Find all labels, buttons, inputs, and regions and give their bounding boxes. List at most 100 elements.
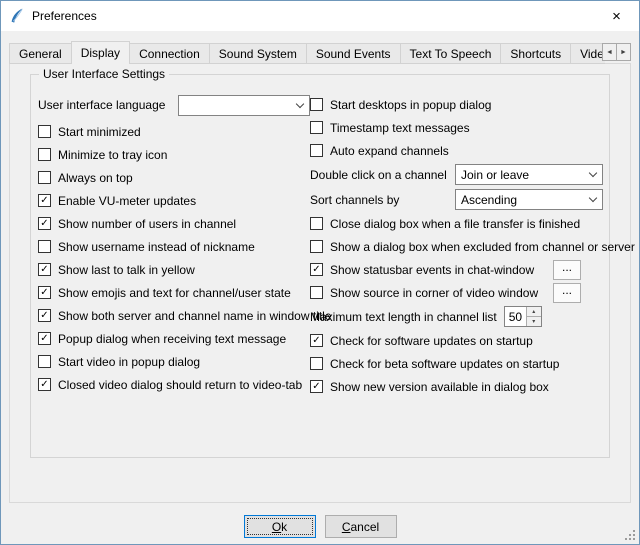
tab-sound-events[interactable]: Sound Events <box>306 43 401 64</box>
checkbox-checked[interactable]: ✓ <box>310 380 323 393</box>
max-text-length-value: 50 <box>505 307 526 326</box>
tab-text-to-speech[interactable]: Text To Speech <box>400 43 502 64</box>
tab-label: General <box>19 47 62 61</box>
chevron-down-icon <box>589 194 597 202</box>
spin-up-button[interactable]: ▴ <box>527 307 541 317</box>
tab-general[interactable]: General <box>9 43 72 64</box>
checkbox-row-show-username-instead-of-nickname[interactable]: Show username instead of nickname <box>38 235 310 258</box>
max-text-length-spinner[interactable]: 50 ▴ ▾ <box>504 306 542 327</box>
tab-label: Sound System <box>219 47 297 61</box>
checkbox-unchecked[interactable] <box>310 286 323 299</box>
checkbox-row-check-for-beta-software-updates-on-startup[interactable]: Check for beta software updates on start… <box>310 352 603 375</box>
close-button[interactable]: × <box>594 1 639 31</box>
checkbox-label: Show number of users in channel <box>58 217 236 231</box>
group-title: User Interface Settings <box>39 67 169 81</box>
tab-sound-system[interactable]: Sound System <box>209 43 307 64</box>
checkbox-row-show-last-to-talk-in-yellow[interactable]: ✓Show last to talk in yellow <box>38 258 310 281</box>
checkbox-row-enable-vu-meter-updates[interactable]: ✓ Enable VU-meter updates <box>38 189 310 212</box>
checkbox-label: Enable VU-meter updates <box>58 194 196 208</box>
language-row: User interface language <box>38 93 310 117</box>
tab-shortcuts[interactable]: Shortcuts <box>500 43 571 64</box>
checkbox-row-timestamp-text-messages[interactable]: Timestamp text messages <box>310 116 603 139</box>
tab-scroll-right-button[interactable]: ► <box>616 43 631 61</box>
tab-video[interactable]: Video <box>570 43 605 64</box>
checkbox-unchecked[interactable] <box>38 171 51 184</box>
checkbox-row-closed-video-dialog-should-return-to-video-tab[interactable]: ✓Closed video dialog should return to vi… <box>38 373 310 396</box>
tab-display[interactable]: Display <box>71 41 130 64</box>
checkbox-row-start-minimized[interactable]: Start minimized <box>38 120 310 143</box>
checkbox-unchecked[interactable] <box>310 121 323 134</box>
checkbox-row-auto-expand-channels[interactable]: Auto expand channels <box>310 139 603 162</box>
checkbox-label: Show new version available in dialog box <box>330 380 549 394</box>
tab-label: Sound Events <box>316 47 391 61</box>
tab-connection[interactable]: Connection <box>129 43 210 64</box>
checkbox-row-show-number-of-users-in-channel[interactable]: ✓ Show number of users in channel <box>38 212 310 235</box>
checkbox-label: Auto expand channels <box>330 144 449 158</box>
language-label: User interface language <box>38 98 178 112</box>
checkbox-row-start-video-in-popup-dialog[interactable]: Start video in popup dialog <box>38 350 310 373</box>
checkbox-unchecked[interactable] <box>310 144 323 157</box>
checkbox-row-show-source-in-corner-of-video-window[interactable]: Show source in corner of video window... <box>310 281 603 304</box>
checkbox-unchecked[interactable] <box>38 125 51 138</box>
cancel-button[interactable]: Cancel <box>325 515 397 538</box>
double-click-select[interactable]: Join or leave <box>455 164 603 185</box>
ui-settings-group: User Interface Settings User interface l… <box>30 74 610 458</box>
checkbox-checked[interactable]: ✓ <box>38 217 51 230</box>
checkbox-row-show-new-version-available-in-dialog-box[interactable]: ✓ Show new version available in dialog bo… <box>310 375 603 398</box>
checkbox-unchecked[interactable] <box>38 148 51 161</box>
checkbox-checked[interactable]: ✓ <box>38 309 51 322</box>
chevron-down-icon <box>589 169 597 177</box>
max-text-length-label: Maximum text length in channel list <box>310 310 497 324</box>
checkbox-checked[interactable]: ✓ <box>310 263 323 276</box>
checkbox-unchecked[interactable] <box>38 355 51 368</box>
checkbox-row-show-a-dialog-box-when-excluded-from-channel-or-server[interactable]: Show a dialog box when excluded from cha… <box>310 235 603 258</box>
left-checkbox-list: Start minimized Minimize to tray icon Alwa… <box>38 120 310 396</box>
app-icon <box>9 8 25 24</box>
resize-grip[interactable] <box>623 528 636 541</box>
tab-label: Text To Speech <box>410 47 492 61</box>
checkbox-checked[interactable]: ✓ <box>38 332 51 345</box>
spin-down-button[interactable]: ▾ <box>527 317 541 326</box>
checkbox-unchecked[interactable] <box>310 240 323 253</box>
checkbox-row-show-statusbar-events-in-chat-window[interactable]: ✓ Show statusbar events in chat-window... <box>310 258 603 281</box>
checkbox-checked[interactable]: ✓ <box>38 263 51 276</box>
more-options-button[interactable]: ... <box>553 283 581 303</box>
checkbox-row-show-both-server-and-channel-name-in-window-title[interactable]: ✓Show both server and channel name in wi… <box>38 304 310 327</box>
checkbox-label: Start desktops in popup dialog <box>330 98 491 112</box>
checkbox-row-always-on-top[interactable]: Always on top <box>38 166 310 189</box>
tab-scroll-left-button[interactable]: ◄ <box>602 43 617 61</box>
checkbox-label: Start minimized <box>58 125 141 139</box>
tab-label: Display <box>81 46 120 60</box>
checkbox-unchecked[interactable] <box>310 217 323 230</box>
checkbox-unchecked[interactable] <box>38 240 51 253</box>
checkbox-label: Check for software updates on startup <box>330 334 533 348</box>
checkbox-label: Minimize to tray icon <box>58 148 167 162</box>
checkbox-row-popup-dialog-when-receiving-text-message[interactable]: ✓Popup dialog when receiving text messag… <box>38 327 310 350</box>
checkbox-label: Always on top <box>58 171 133 185</box>
checkbox-unchecked[interactable] <box>310 357 323 370</box>
titlebar: Preferences × <box>1 1 639 31</box>
checkbox-checked[interactable]: ✓ <box>38 286 51 299</box>
checkbox-row-minimize-to-tray-icon[interactable]: Minimize to tray icon <box>38 143 310 166</box>
sort-channels-select[interactable]: Ascending <box>455 189 603 210</box>
checkbox-checked[interactable]: ✓ <box>310 334 323 347</box>
spinner-buttons: ▴ ▾ <box>526 307 541 326</box>
right-column: Start desktops in popup dialog Timestamp … <box>310 93 603 398</box>
ok-button[interactable]: Ok <box>244 515 316 538</box>
more-options-button[interactable]: ... <box>553 260 581 280</box>
checkbox-row-start-desktops-in-popup-dialog[interactable]: Start desktops in popup dialog <box>310 93 603 116</box>
checkbox-row-check-for-software-updates-on-startup[interactable]: ✓ Check for software updates on startup <box>310 329 603 352</box>
double-click-label: Double click on a channel <box>310 168 447 182</box>
tab-label: Shortcuts <box>510 47 561 61</box>
checkbox-row-close-dialog-box-when-a-file-transfer-is-finished[interactable]: Close dialog box when a file transfer is… <box>310 212 603 235</box>
double-click-select-value: Join or leave <box>461 168 529 182</box>
sort-channels-label: Sort channels by <box>310 193 399 207</box>
checkbox-label: Show source in corner of video window <box>330 286 538 300</box>
language-select[interactable] <box>178 95 310 116</box>
checkbox-checked[interactable]: ✓ <box>38 378 51 391</box>
checkbox-checked[interactable]: ✓ <box>38 194 51 207</box>
checkbox-label: Show statusbar events in chat-window <box>330 263 534 277</box>
checkbox-unchecked[interactable] <box>310 98 323 111</box>
max-text-length-row: Maximum text length in channel list 50 ▴… <box>310 304 603 329</box>
checkbox-row-show-emojis-and-text-for-channel-user-state[interactable]: ✓Show emojis and text for channel/user s… <box>38 281 310 304</box>
